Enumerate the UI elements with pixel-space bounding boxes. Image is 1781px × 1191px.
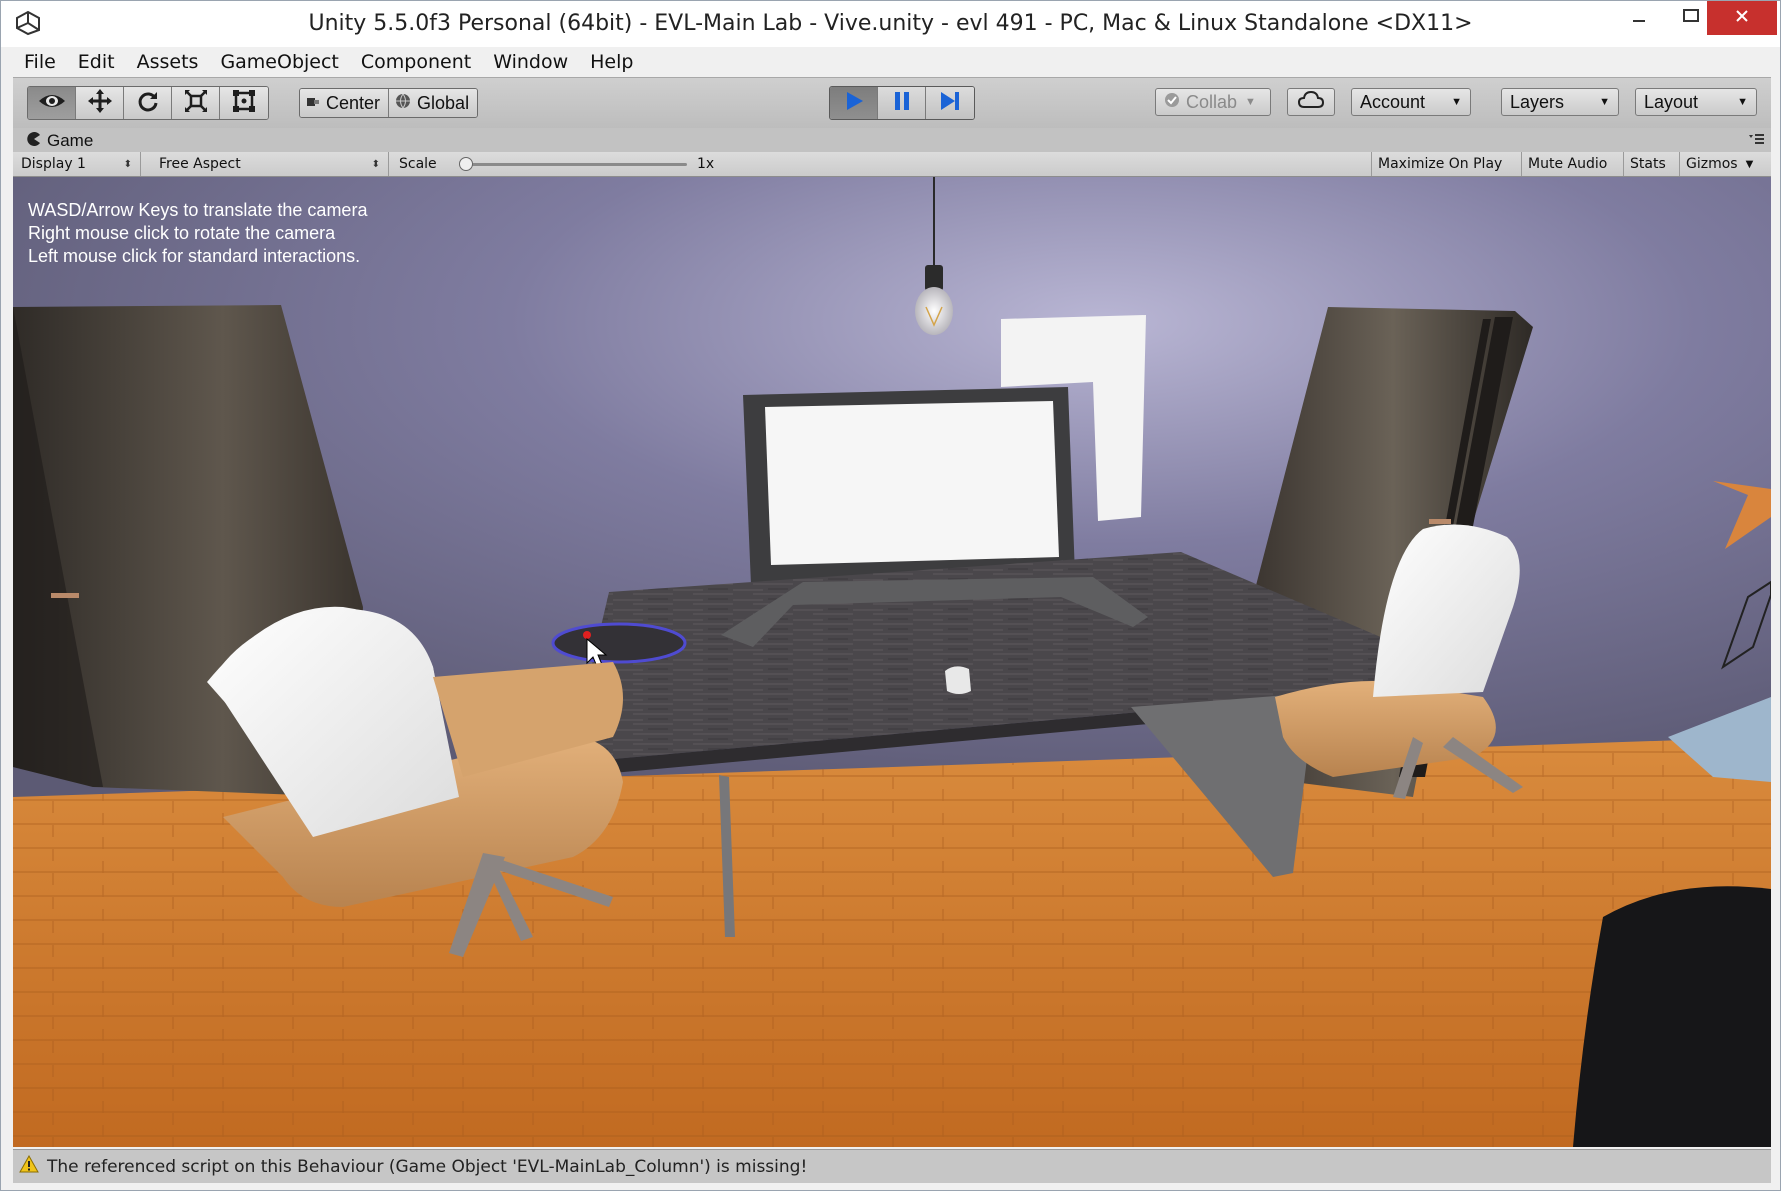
pacman-game-icon — [27, 131, 41, 151]
mute-audio-label: Mute Audio — [1528, 156, 1608, 172]
status-message: The referenced script on this Behaviour … — [47, 1156, 808, 1177]
play-icon — [842, 89, 866, 118]
status-bar[interactable]: The referenced script on this Behaviour … — [13, 1149, 1771, 1183]
scale-slider-track[interactable] — [465, 163, 687, 166]
chevron-down-icon: ▼ — [1451, 96, 1462, 108]
rotate-tool-button[interactable] — [124, 87, 172, 119]
menu-assets[interactable]: Assets — [126, 47, 210, 77]
red-pointer-dot — [583, 631, 591, 639]
scene-render — [13, 177, 1771, 1147]
account-dropdown[interactable]: Account ▼ — [1351, 88, 1471, 116]
move-arrows-icon — [87, 88, 113, 119]
help-line: Right mouse click to rotate the camera — [28, 223, 336, 243]
scale-tool-button[interactable] — [172, 87, 220, 119]
stats-toggle[interactable]: Stats — [1623, 152, 1672, 176]
help-line: WASD/Arrow Keys to translate the camera — [28, 200, 368, 220]
help-line: Left mouse click for standard interactio… — [28, 246, 361, 266]
title-bar: Unity 5.5.0f3 Personal (64bit) - EVL-Mai… — [1, 1, 1780, 47]
view-tool-button[interactable] — [28, 87, 76, 119]
right-door-handle — [1429, 519, 1451, 524]
collab-dropdown[interactable]: Collab ▼ — [1155, 88, 1271, 116]
stats-label: Stats — [1630, 156, 1666, 172]
pause-icon — [890, 89, 914, 118]
menu-help[interactable]: Help — [579, 47, 644, 77]
collab-label: Collab — [1186, 91, 1238, 112]
pivot-mode-button[interactable]: Center — [300, 89, 390, 117]
coffee-mug — [945, 666, 971, 694]
light-bulb — [915, 287, 953, 335]
step-icon — [938, 89, 962, 118]
transform-tools — [27, 86, 269, 120]
display-dropdown[interactable]: Display 1 ⬍ — [13, 152, 141, 176]
menu-edit[interactable]: Edit — [67, 47, 126, 77]
display-label: Display 1 — [21, 156, 86, 172]
unity-editor-window: Unity 5.5.0f3 Personal (64bit) - EVL-Mai… — [0, 0, 1781, 1191]
scale-icon — [184, 89, 208, 118]
account-label: Account — [1360, 91, 1426, 112]
camera-help-text: WASD/Arrow Keys to translate the camera … — [28, 199, 367, 268]
minimize-button[interactable] — [1613, 1, 1665, 35]
pivot-mode-label: Center — [326, 92, 381, 113]
scale-label: Scale — [399, 156, 437, 172]
pivot-rotation-label: Global — [417, 92, 470, 113]
gizmos-dropdown[interactable]: Gizmos ▼ — [1679, 152, 1759, 176]
updown-arrows-icon: ⬍ — [371, 158, 380, 170]
dark-plate — [551, 622, 687, 664]
menu-bar: File Edit Assets GameObject Component Wi… — [13, 47, 1771, 77]
move-tool-button[interactable] — [76, 87, 124, 119]
menu-window[interactable]: Window — [482, 47, 579, 77]
close-button[interactable] — [1707, 1, 1777, 35]
pivot-toggles: Center Global — [299, 88, 479, 118]
scale-value: 1x — [697, 156, 715, 172]
panel-menu-icon[interactable] — [1747, 132, 1765, 151]
updown-arrows-icon: ⬍ — [123, 158, 132, 170]
chevron-down-icon: ▼ — [1737, 96, 1748, 108]
menu-file[interactable]: File — [13, 47, 67, 77]
window-title: Unity 5.5.0f3 Personal (64bit) - EVL-Mai… — [308, 11, 1473, 36]
cloud-button[interactable] — [1287, 88, 1335, 116]
tab-game-label: Game — [47, 130, 94, 150]
layers-dropdown[interactable]: Layers ▼ — [1501, 88, 1619, 116]
globe-icon — [395, 93, 411, 114]
game-viewport[interactable]: WASD/Arrow Keys to translate the camera … — [13, 177, 1771, 1147]
chevron-down-icon: ▼ — [1599, 96, 1610, 108]
monitor-screen — [765, 401, 1059, 565]
mute-audio-toggle[interactable]: Mute Audio — [1521, 152, 1613, 176]
gizmos-label: Gizmos — [1686, 156, 1738, 172]
game-tab-bar: Game — [13, 128, 1771, 152]
rect-transform-icon — [232, 89, 256, 118]
chevron-down-icon: ▼ — [1245, 96, 1256, 108]
play-controls — [829, 86, 975, 120]
step-button[interactable] — [926, 87, 974, 119]
layout-dropdown[interactable]: Layout ▼ — [1635, 88, 1757, 116]
game-view-controls: Display 1 ⬍ Free Aspect ⬍ Scale 1x Maxim… — [13, 152, 1771, 177]
view-eye-icon — [37, 92, 67, 115]
scale-slider-thumb[interactable] — [459, 157, 473, 171]
close-icon — [1734, 8, 1750, 29]
pivot-center-icon — [306, 93, 320, 114]
dark-chair-foreground — [1573, 886, 1771, 1147]
rotate-icon — [136, 89, 160, 118]
aspect-dropdown[interactable]: Free Aspect ⬍ — [151, 152, 389, 176]
layout-label: Layout — [1644, 91, 1699, 112]
left-door-handle — [51, 593, 79, 598]
layers-label: Layers — [1510, 91, 1565, 112]
pause-button[interactable] — [878, 87, 926, 119]
collab-check-icon — [1164, 92, 1180, 113]
maximize-icon — [1682, 8, 1700, 29]
pivot-rotation-button[interactable]: Global — [389, 89, 478, 117]
play-button[interactable] — [830, 87, 878, 119]
tab-game[interactable]: Game — [21, 129, 103, 152]
maximize-on-play-toggle[interactable]: Maximize On Play — [1371, 152, 1508, 176]
menu-gameobject[interactable]: GameObject — [209, 47, 349, 77]
cloud-icon — [1297, 90, 1325, 114]
main-toolbar: Center Global Collab ▼ Account ▼ Layers … — [13, 77, 1771, 129]
aspect-label: Free Aspect — [159, 156, 241, 172]
rect-tool-button[interactable] — [220, 87, 268, 119]
chevron-down-icon: ▼ — [1745, 158, 1754, 170]
maximize-on-play-label: Maximize On Play — [1378, 156, 1503, 172]
warning-icon — [19, 1154, 39, 1178]
minimize-icon — [1631, 8, 1647, 29]
menu-component[interactable]: Component — [350, 47, 482, 77]
